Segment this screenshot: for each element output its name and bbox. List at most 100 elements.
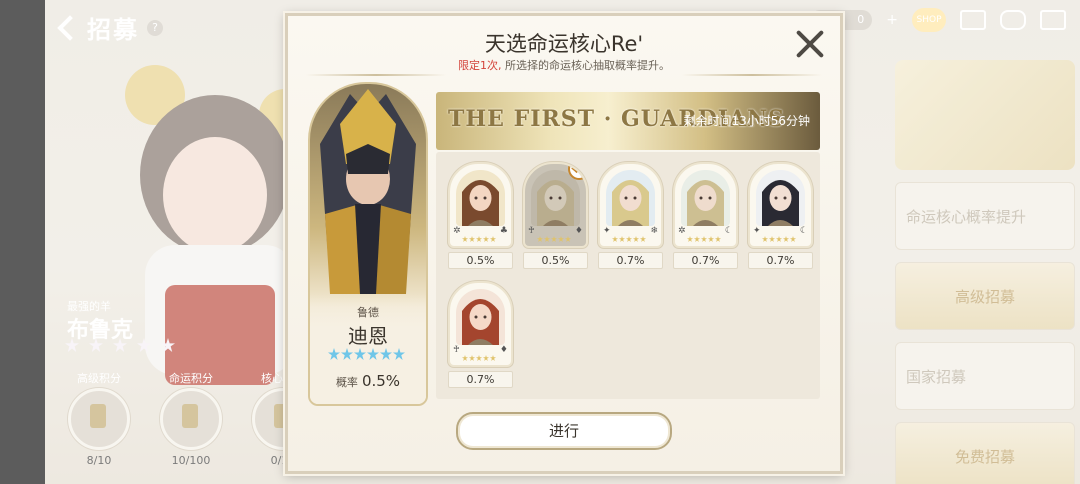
hero-card-frame: ✦ ☾ bbox=[748, 162, 813, 248]
divider bbox=[306, 74, 446, 76]
hero-card-icons: ♰ ♦ bbox=[453, 345, 508, 355]
element-icon: ❄ bbox=[650, 226, 658, 236]
star-icon bbox=[544, 236, 550, 242]
hero-card-stars bbox=[537, 236, 571, 242]
star-icon bbox=[469, 355, 475, 361]
hero-card-rate: 0.7% bbox=[598, 252, 663, 269]
star-icon bbox=[462, 236, 468, 242]
hero-card-rate: 0.7% bbox=[448, 371, 513, 388]
hero-portrait bbox=[456, 289, 505, 345]
hero-card-frame: ✲ ♣ bbox=[448, 162, 513, 248]
close-button[interactable] bbox=[794, 28, 826, 60]
star-icon bbox=[462, 355, 468, 361]
hero-portrait bbox=[756, 170, 805, 226]
hero-card-stars bbox=[762, 236, 796, 242]
star-icon bbox=[783, 236, 789, 242]
modal-title: 天选命运核心Re' bbox=[484, 32, 644, 56]
star-icon bbox=[715, 236, 721, 242]
star-icon bbox=[701, 236, 707, 242]
selected-hero-card: 鲁德 迪恩 概率 0.5% bbox=[308, 82, 428, 406]
star-icon bbox=[694, 236, 700, 242]
star-icon bbox=[380, 348, 392, 360]
hero-card-icons: ♰ ♦ bbox=[528, 226, 583, 236]
hero-card-icons: ✦ ☾ bbox=[753, 226, 808, 236]
hero-portrait bbox=[606, 170, 655, 226]
element-icon: ♦ bbox=[574, 226, 583, 236]
hero-selection-grid: ✲ ♣ 0.5% ♰ ♦ 0.5% ✦ ❄ 0.7% ✲ ☾ 0.7% ✦ ☾ 0.7% ♰ ♦ 0.7% bbox=[436, 152, 820, 399]
class-icon: ♰ bbox=[453, 345, 460, 355]
selected-check-icon bbox=[568, 164, 586, 180]
hero-card-frame: ♰ ♦ bbox=[448, 281, 513, 367]
star-icon bbox=[558, 236, 564, 242]
selected-hero-stars bbox=[328, 348, 405, 360]
star-icon bbox=[328, 348, 340, 360]
hero-select-card[interactable]: ♰ ♦ 0.5% bbox=[523, 162, 588, 269]
remaining-time: 剩余时间13小时56分钟 bbox=[683, 114, 810, 128]
star-icon bbox=[762, 236, 768, 242]
hero-card-frame: ✦ ❄ bbox=[598, 162, 663, 248]
hero-card-stars bbox=[462, 236, 496, 242]
hero-select-card[interactable]: ✲ ♣ 0.5% bbox=[448, 162, 513, 269]
hero-card-stars bbox=[462, 355, 496, 361]
hero-card-frame: ♰ ♦ bbox=[523, 162, 588, 248]
destiny-core-modal: 天选命运核心Re' 限定1次, 所选择的命运核心抽取概率提升。 鲁德 迪恩 概率… bbox=[285, 13, 843, 474]
star-icon bbox=[640, 236, 646, 242]
star-icon bbox=[612, 236, 618, 242]
hero-portrait bbox=[681, 170, 730, 226]
hero-portrait bbox=[456, 170, 505, 226]
divider bbox=[682, 74, 822, 76]
selected-hero-name: 迪恩 bbox=[348, 324, 388, 348]
star-icon bbox=[619, 236, 625, 242]
star-icon bbox=[476, 236, 482, 242]
star-icon bbox=[776, 236, 782, 242]
proceed-button[interactable]: 进行 bbox=[456, 412, 672, 450]
star-icon bbox=[790, 236, 796, 242]
star-icon bbox=[708, 236, 714, 242]
class-icon: ✲ bbox=[678, 226, 686, 236]
selected-hero-rate: 概率 0.5% bbox=[310, 372, 426, 390]
selected-hero-subtitle: 鲁德 bbox=[357, 306, 379, 319]
star-icon bbox=[393, 348, 405, 360]
class-icon: ✦ bbox=[603, 226, 611, 236]
element-icon: ☾ bbox=[724, 226, 733, 236]
class-icon: ♰ bbox=[528, 226, 535, 236]
star-icon bbox=[490, 236, 496, 242]
star-icon bbox=[341, 348, 353, 360]
hero-select-card[interactable]: ✦ ❄ 0.7% bbox=[598, 162, 663, 269]
rate-label: 概率 bbox=[335, 376, 358, 389]
element-icon: ♣ bbox=[499, 226, 508, 236]
star-icon bbox=[626, 236, 632, 242]
star-icon bbox=[483, 236, 489, 242]
class-icon: ✲ bbox=[453, 226, 461, 236]
star-icon bbox=[537, 236, 543, 242]
pool-banner: THE FIRST · GUARDIANS 剩余时间13小时56分钟 bbox=[436, 92, 820, 150]
subtitle-text: 所选择的命运核心抽取概率提升。 bbox=[505, 59, 670, 72]
element-icon: ☾ bbox=[799, 226, 808, 236]
hero-card-rate: 0.7% bbox=[673, 252, 738, 269]
modal-subtitle: 限定1次, 所选择的命运核心抽取概率提升。 bbox=[288, 57, 840, 73]
hero-card-stars bbox=[687, 236, 721, 242]
hero-card-frame: ✲ ☾ bbox=[673, 162, 738, 248]
star-icon bbox=[633, 236, 639, 242]
star-icon bbox=[551, 236, 557, 242]
star-icon bbox=[490, 355, 496, 361]
star-icon bbox=[354, 348, 366, 360]
class-icon: ✦ bbox=[753, 226, 761, 236]
star-icon bbox=[483, 355, 489, 361]
star-icon bbox=[769, 236, 775, 242]
star-icon bbox=[476, 355, 482, 361]
limit-note: 限定1次, bbox=[458, 59, 502, 72]
hero-card-icons: ✦ ❄ bbox=[603, 226, 658, 236]
star-icon bbox=[469, 236, 475, 242]
hero-card-rate: 0.5% bbox=[523, 252, 588, 269]
hero-cards: ✲ ♣ 0.5% ♰ ♦ 0.5% ✦ ❄ 0.7% ✲ ☾ 0.7% ✦ ☾ 0.7% ♰ ♦ 0.7% bbox=[448, 162, 818, 388]
hero-card-stars bbox=[612, 236, 646, 242]
hero-card-icons: ✲ ♣ bbox=[453, 226, 508, 236]
rate-value: 0.5% bbox=[361, 372, 401, 390]
hero-select-card[interactable]: ✲ ☾ 0.7% bbox=[673, 162, 738, 269]
hero-select-card[interactable]: ♰ ♦ 0.7% bbox=[448, 281, 513, 388]
star-icon bbox=[367, 348, 379, 360]
hero-card-icons: ✲ ☾ bbox=[678, 226, 733, 236]
hero-select-card[interactable]: ✦ ☾ 0.7% bbox=[748, 162, 813, 269]
hero-card-rate: 0.7% bbox=[748, 252, 813, 269]
